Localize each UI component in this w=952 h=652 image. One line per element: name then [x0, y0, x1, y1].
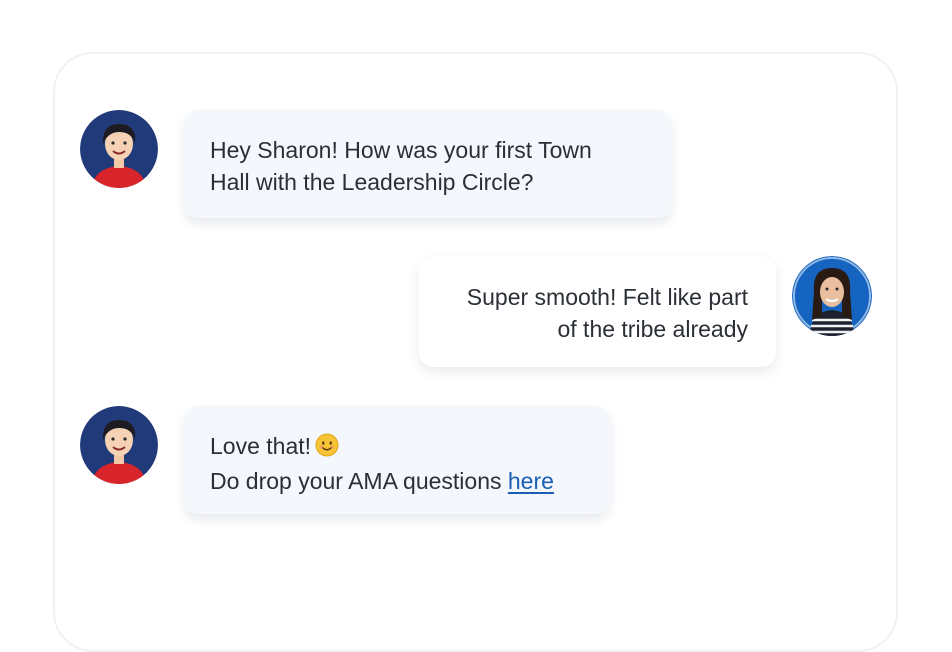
guide-avatar	[80, 110, 158, 188]
message-bubble-incoming: Hey Sharon! How was your first Town Hall…	[184, 110, 672, 218]
message-text-line: Super smooth! Felt like part	[466, 284, 748, 310]
message-text-line: of the tribe already	[557, 316, 748, 342]
message-bubble-outgoing: Super smooth! Felt like part of the trib…	[419, 257, 776, 367]
message-text: Love that!	[210, 433, 312, 459]
guide-avatar	[80, 406, 158, 484]
ama-questions-link[interactable]: here	[508, 468, 554, 494]
message-text: Do drop your AMA questions	[210, 468, 508, 494]
smiling-face-icon	[315, 433, 339, 465]
message-text-line: Hall with the Leadership Circle?	[210, 169, 534, 195]
message-bubble-incoming: Love that! Do drop your AMA questions he…	[184, 406, 610, 514]
message-text-line: Hey Sharon! How was your first Town	[210, 137, 592, 163]
sharon-avatar	[792, 256, 872, 336]
message-text-line: Love that!	[210, 430, 584, 465]
message-text-line: Do drop your AMA questions here	[210, 465, 584, 497]
